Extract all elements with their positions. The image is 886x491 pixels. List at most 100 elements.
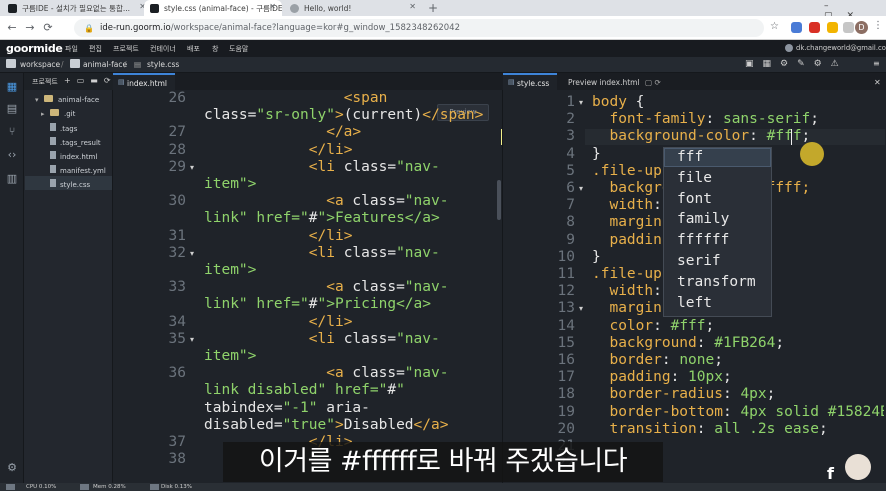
extension-icon[interactable] <box>827 22 838 33</box>
menu-project[interactable]: 프로젝트 <box>113 44 139 54</box>
folder-icon <box>49 109 59 116</box>
line-number: 7 <box>566 197 575 214</box>
tab-index-html[interactable]: ▤ index.html <box>113 73 175 90</box>
tree-item-tags[interactable]: .tags <box>50 123 77 133</box>
extension-icon[interactable] <box>843 22 854 33</box>
autocomplete-item[interactable]: fff <box>677 149 703 165</box>
fold-arrow-icon[interactable]: ▾ <box>579 180 587 197</box>
mouse-cursor-highlight <box>800 142 824 166</box>
project-explorer-icon[interactable]: ▦ <box>5 80 19 94</box>
goorm-logo: goormide <box>6 42 63 55</box>
file-icon: ▤ <box>508 78 515 86</box>
forward-icon[interactable]: → <box>22 19 38 37</box>
tab-preview[interactable]: Preview index.html ▢ ⟳ <box>568 78 661 87</box>
tree-item-animal-face[interactable]: ▾ animal-face <box>35 95 99 104</box>
fold-arrow-icon[interactable]: ▾ <box>190 159 198 176</box>
address-bar[interactable]: 🔒 ide-run.goorm.io /workspace/animal-fac… <box>74 19 764 37</box>
code-line: class="sr-only">(current)</span> <box>204 107 484 124</box>
breadcrumb-file[interactable]: style.css <box>147 60 179 69</box>
code-line: link" href="#">Features</a> <box>204 210 440 227</box>
autocomplete-item[interactable]: serif <box>677 253 721 269</box>
autocomplete-item[interactable]: file <box>677 170 712 186</box>
extension-icon[interactable] <box>791 22 802 33</box>
html-code-area[interactable]: <span class="sr-only">(current)</span> </… <box>204 90 500 460</box>
line-number <box>118 107 186 124</box>
file-icon <box>50 123 56 131</box>
autocomplete-item[interactable]: ffffff <box>677 232 729 248</box>
fold-arrow-icon[interactable]: ▾ <box>579 94 587 111</box>
browser-tab-active[interactable]: style.css (animal-face) - 구름IDE ✕ <box>144 0 282 16</box>
breadcrumb-project[interactable]: animal-face <box>83 60 127 69</box>
close-icon[interactable]: ✕ <box>409 2 416 11</box>
back-icon[interactable]: ← <box>4 19 20 37</box>
browser-menu-icon[interactable]: ⋮ <box>873 20 883 31</box>
tree-item-git[interactable]: ▸ .git <box>41 109 75 118</box>
line-number: 10 <box>557 248 575 265</box>
close-icon[interactable]: ✕ <box>269 2 276 11</box>
code-icon[interactable]: ‹› <box>5 148 19 162</box>
book-icon[interactable]: ▥ <box>5 172 19 186</box>
fold-arrow-icon[interactable]: ▾ <box>190 331 198 348</box>
tree-item-style-css[interactable]: style.css <box>50 179 90 189</box>
menu-file[interactable]: 파일 <box>65 44 78 54</box>
autocomplete-item[interactable]: transform <box>677 274 756 290</box>
autocomplete-item[interactable]: left <box>677 295 712 311</box>
code-line: </li> <box>308 313 353 330</box>
code-line: body { <box>592 94 645 110</box>
folder-icon <box>70 59 80 68</box>
user-email[interactable]: dk.changeworld@gmail.com <box>796 44 886 52</box>
code-line: color: #fff; <box>609 317 715 334</box>
menu-edit[interactable]: 편집 <box>89 44 102 54</box>
video-subtitle: 이거를 #ffffff로 바꿔 주겠습니다 <box>223 442 663 482</box>
tree-item-manifest[interactable]: manifest.yml <box>50 165 106 175</box>
code-line: link" href="#">Pricing</a> <box>204 296 431 313</box>
toolbar-menu-icon[interactable]: ≡ <box>873 59 880 68</box>
settings-gear-icon[interactable]: ⚙ <box>5 461 19 475</box>
menu-window[interactable]: 창 <box>212 44 218 54</box>
bookmark-star-icon[interactable]: ☆ <box>770 21 779 32</box>
fold-arrow-icon[interactable]: ▾ <box>190 245 198 262</box>
autocomplete-item[interactable]: family <box>677 211 729 227</box>
code-line: <a class="nav- <box>326 365 449 382</box>
menu-deploy[interactable]: 배포 <box>187 44 200 54</box>
extension-icon[interactable] <box>809 22 820 33</box>
line-number: 14 <box>557 317 575 334</box>
external-link-icon[interactable]: ▢ ⟳ <box>645 78 661 87</box>
line-number <box>118 176 186 193</box>
breadcrumb-workspace[interactable]: workspace <box>20 60 60 69</box>
fold-arrow-icon[interactable]: ▾ <box>579 300 587 317</box>
git-branch-icon[interactable]: ⑂ <box>5 125 19 139</box>
url-path: /workspace/animal-face?language=kor#g_wi… <box>170 23 460 33</box>
line-number: 13 <box>557 300 575 317</box>
tree-item-label: style.css <box>60 181 91 189</box>
browser-tab[interactable]: 구름IDE - 설치가 필요없는 통합... ✕ <box>2 0 152 16</box>
menu-container[interactable]: 컨테이너 <box>150 44 176 54</box>
new-tab-button[interactable]: + <box>428 1 438 15</box>
menu-help[interactable]: 도움말 <box>229 44 248 54</box>
line-number <box>118 296 186 313</box>
tree-item-index-html[interactable]: index.html <box>50 151 97 161</box>
toolbar-actions[interactable]: ▣▦⚙✎⚙⚠ <box>745 59 848 69</box>
pane-close-icon[interactable]: ✕ <box>874 78 881 87</box>
explorer-actions[interactable]: +▭▬⟳ <box>64 76 117 85</box>
reload-icon[interactable]: ⟳ <box>40 19 56 37</box>
autocomplete-item[interactable]: font <box>677 191 712 207</box>
outline-icon[interactable]: ▤ <box>5 102 19 116</box>
avatar[interactable]: D <box>855 21 868 34</box>
line-number: 35 <box>168 330 186 347</box>
tab-style-css[interactable]: ▤ style.css <box>503 73 557 90</box>
browser-tab[interactable]: Hello, world! ✕ <box>284 0 422 16</box>
tree-item-tags-result[interactable]: .tags_result <box>50 137 101 147</box>
